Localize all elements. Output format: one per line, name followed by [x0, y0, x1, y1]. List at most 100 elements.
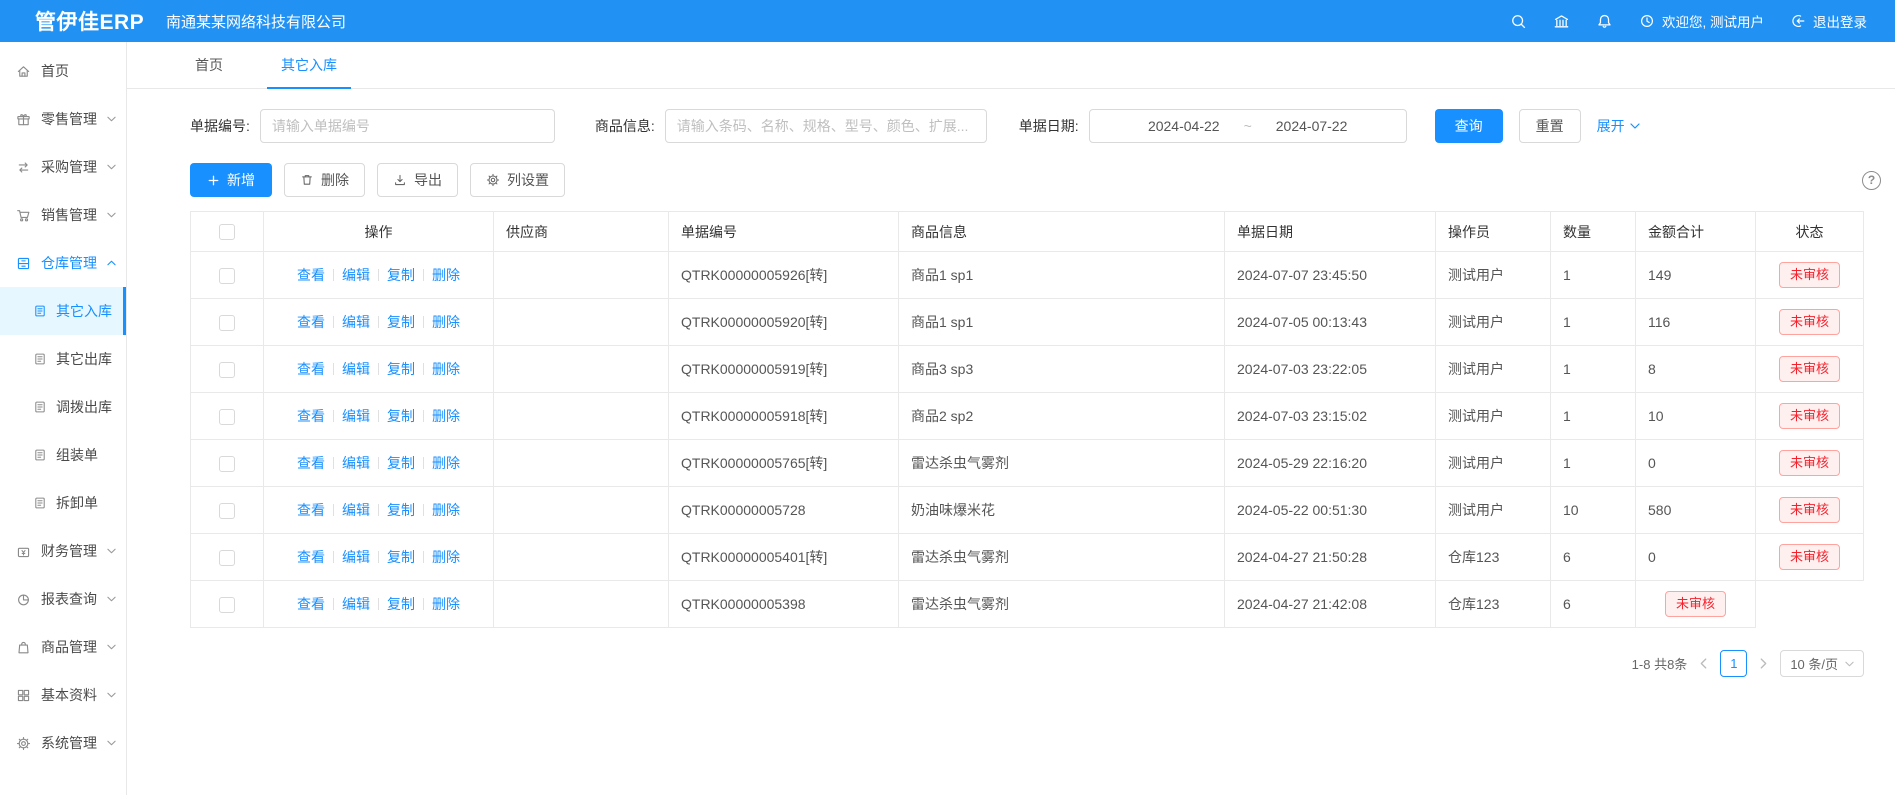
- warehouse-icon: [16, 256, 31, 271]
- sidebar-item-goods[interactable]: 商品管理: [0, 623, 126, 671]
- bank-icon[interactable]: [1553, 13, 1570, 30]
- cell-supplier: [494, 440, 669, 487]
- bill-no-input[interactable]: [260, 109, 555, 143]
- page-number-button[interactable]: 1: [1720, 650, 1747, 677]
- sidebar-item-purchase[interactable]: 采购管理: [0, 143, 126, 191]
- chevron-down-icon: [1630, 123, 1640, 129]
- delete-button[interactable]: 删除: [284, 163, 365, 197]
- chevron-down-icon: [107, 164, 116, 170]
- clock-icon: [1639, 13, 1655, 29]
- copy-link[interactable]: 复制: [387, 314, 415, 330]
- row-checkbox[interactable]: [219, 409, 235, 425]
- row-checkbox[interactable]: [219, 456, 235, 472]
- user-welcome[interactable]: 欢迎您, 测试用户: [1639, 11, 1764, 31]
- view-link[interactable]: 查看: [297, 549, 325, 565]
- copy-link[interactable]: 复制: [387, 596, 415, 612]
- row-checkbox[interactable]: [219, 597, 235, 613]
- date-range-picker[interactable]: 2024-04-22 ~ 2024-07-22: [1089, 109, 1407, 143]
- row-checkbox[interactable]: [219, 550, 235, 566]
- doc-icon: [33, 352, 47, 366]
- delete-link[interactable]: 删除: [432, 502, 460, 518]
- row-checkbox[interactable]: [219, 268, 235, 284]
- table-row: 查看编辑复制删除 QTRK00000005926[转] 商品1 sp1 2024…: [191, 252, 1864, 299]
- search-button[interactable]: 查询: [1435, 109, 1503, 143]
- copy-link[interactable]: 复制: [387, 455, 415, 471]
- gear-icon: [16, 736, 31, 751]
- sidebar-item-warehouse[interactable]: 仓库管理: [0, 239, 126, 287]
- delete-link[interactable]: 删除: [432, 455, 460, 471]
- chevron-down-icon: [1845, 661, 1854, 667]
- copy-link[interactable]: 复制: [387, 502, 415, 518]
- edit-link[interactable]: 编辑: [342, 502, 370, 518]
- sidebar-item-other-inbound[interactable]: 其它入库: [0, 287, 126, 335]
- tab-other-inbound[interactable]: 其它入库: [267, 42, 351, 88]
- sidebar-item-sales[interactable]: 销售管理: [0, 191, 126, 239]
- status-badge: 未审核: [1779, 450, 1840, 476]
- next-page-button[interactable]: [1757, 658, 1770, 669]
- toolbar: 新增 删除 导出 列设置 ?: [190, 163, 1881, 197]
- prev-page-button[interactable]: [1697, 658, 1710, 669]
- view-link[interactable]: 查看: [297, 408, 325, 424]
- help-icon[interactable]: ?: [1862, 171, 1881, 190]
- view-link[interactable]: 查看: [297, 267, 325, 283]
- sidebar: 首页 零售管理 采购管理 销售管理 仓库管理 其它入库 其它出库: [0, 42, 127, 795]
- sidebar-item-assembly[interactable]: 组装单: [0, 431, 126, 479]
- copy-link[interactable]: 复制: [387, 361, 415, 377]
- sidebar-item-retail[interactable]: 零售管理: [0, 95, 126, 143]
- row-checkbox[interactable]: [219, 315, 235, 331]
- delete-link[interactable]: 删除: [432, 408, 460, 424]
- copy-link[interactable]: 复制: [387, 549, 415, 565]
- sidebar-item-reports[interactable]: 报表查询: [0, 575, 126, 623]
- view-link[interactable]: 查看: [297, 361, 325, 377]
- sidebar-item-basic-data[interactable]: 基本资料: [0, 671, 126, 719]
- view-link[interactable]: 查看: [297, 596, 325, 612]
- tab-home[interactable]: 首页: [181, 42, 237, 88]
- copy-link[interactable]: 复制: [387, 267, 415, 283]
- retail-icon: [16, 112, 31, 127]
- reset-button[interactable]: 重置: [1519, 109, 1581, 143]
- edit-link[interactable]: 编辑: [342, 549, 370, 565]
- table-row: 查看编辑复制删除 QTRK00000005765[转] 雷达杀虫气雾剂 2024…: [191, 440, 1864, 487]
- select-all-checkbox[interactable]: [219, 224, 235, 240]
- logout-button[interactable]: 退出登录: [1790, 11, 1867, 31]
- view-link[interactable]: 查看: [297, 455, 325, 471]
- edit-link[interactable]: 编辑: [342, 408, 370, 424]
- view-link[interactable]: 查看: [297, 502, 325, 518]
- logout-icon: [1790, 13, 1806, 29]
- sidebar-item-transfer-outbound[interactable]: 调拨出库: [0, 383, 126, 431]
- delete-link[interactable]: 删除: [432, 549, 460, 565]
- goods-info-input[interactable]: [665, 109, 987, 143]
- column-settings-button[interactable]: 列设置: [470, 163, 565, 197]
- row-checkbox[interactable]: [219, 362, 235, 378]
- expand-filters-link[interactable]: 展开: [1597, 116, 1640, 136]
- sidebar-item-finance[interactable]: 财务管理: [0, 527, 126, 575]
- col-header-qty: 数量: [1551, 212, 1636, 252]
- delete-link[interactable]: 删除: [432, 596, 460, 612]
- view-link[interactable]: 查看: [297, 314, 325, 330]
- edit-link[interactable]: 编辑: [342, 596, 370, 612]
- page-size-select[interactable]: 10 条/页: [1780, 650, 1864, 677]
- col-header-operator: 操作员: [1436, 212, 1551, 252]
- goods-info-label: 商品信息:: [595, 116, 655, 136]
- edit-link[interactable]: 编辑: [342, 314, 370, 330]
- row-checkbox[interactable]: [219, 503, 235, 519]
- cell-operator: 测试用户: [1436, 440, 1551, 487]
- cell-supplier: [494, 346, 669, 393]
- delete-link[interactable]: 删除: [432, 314, 460, 330]
- delete-link[interactable]: 删除: [432, 361, 460, 377]
- edit-link[interactable]: 编辑: [342, 267, 370, 283]
- sidebar-item-system[interactable]: 系统管理: [0, 719, 126, 767]
- edit-link[interactable]: 编辑: [342, 361, 370, 377]
- edit-link[interactable]: 编辑: [342, 455, 370, 471]
- copy-link[interactable]: 复制: [387, 408, 415, 424]
- export-button[interactable]: 导出: [377, 163, 458, 197]
- delete-link[interactable]: 删除: [432, 267, 460, 283]
- table-row: 查看编辑复制删除 QTRK00000005398 雷达杀虫气雾剂 2024-04…: [191, 581, 1864, 628]
- bell-icon[interactable]: [1596, 13, 1613, 30]
- cell-qty: 1: [1551, 393, 1636, 440]
- sidebar-item-other-outbound[interactable]: 其它出库: [0, 335, 126, 383]
- add-button[interactable]: 新增: [190, 163, 272, 197]
- search-icon[interactable]: [1510, 13, 1527, 30]
- sidebar-item-home[interactable]: 首页: [0, 47, 126, 95]
- sidebar-item-disassembly[interactable]: 拆卸单: [0, 479, 126, 527]
